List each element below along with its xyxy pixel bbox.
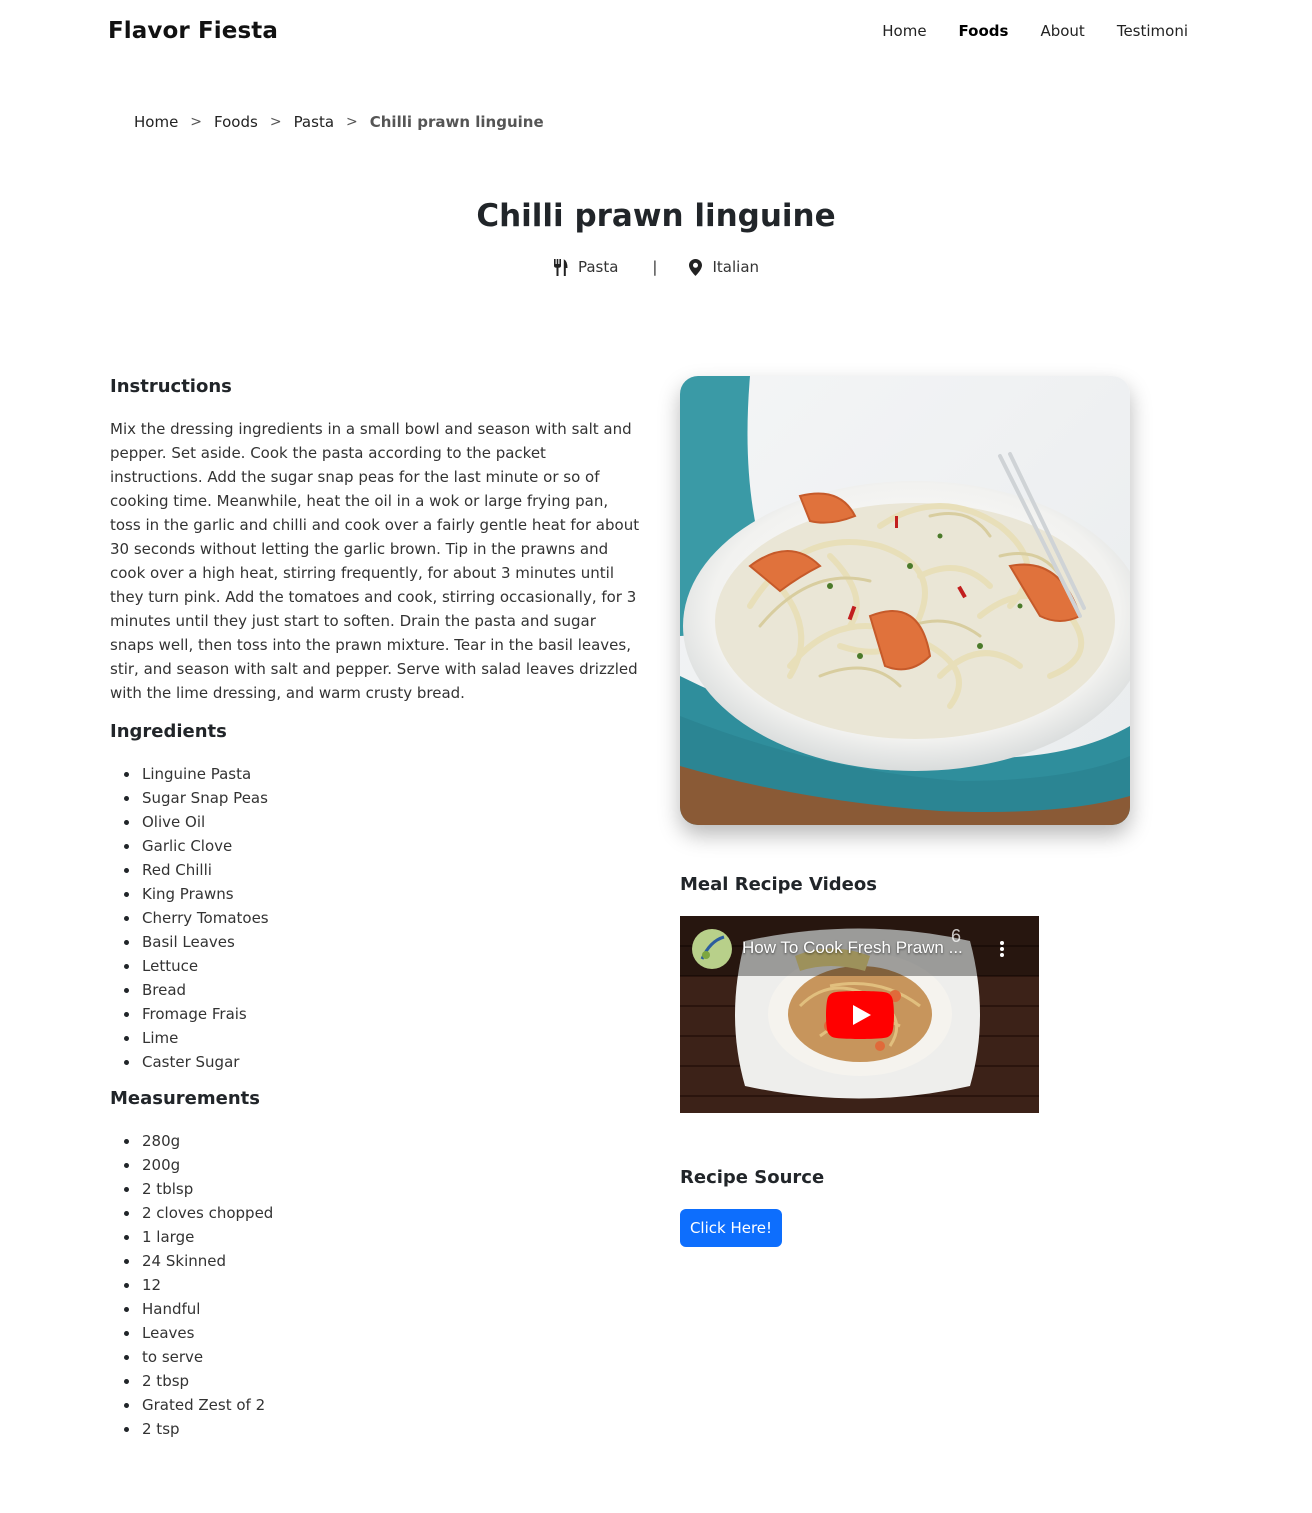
breadcrumb-separator: > [346,114,358,130]
nav-link-foods[interactable]: Foods [959,22,1009,40]
recipe-area-label: Italian [712,258,760,276]
measurement-item: 2 tblsp [110,1177,640,1201]
ingredient-item: Sugar Snap Peas [110,786,640,810]
ingredient-item: Olive Oil [110,810,640,834]
recipe-category-label: Pasta [577,258,619,276]
utensils-icon [553,258,568,276]
breadcrumb-separator: > [190,114,203,130]
measurement-item: 12 [110,1273,640,1297]
channel-avatar[interactable] [692,929,732,969]
ingredient-item: Bread [110,978,640,1002]
ingredient-item: Garlic Clove [110,834,640,858]
ingredient-item: Lime [110,1026,640,1050]
ingredients-list: Linguine Pasta Sugar Snap Peas Olive Oil… [110,762,640,1074]
measurement-item: 2 cloves chopped [110,1201,640,1225]
recipe-meta: Pasta | Italian [0,258,1312,276]
ingredient-item: King Prawns [110,882,640,906]
video-title[interactable]: How To Cook Fresh Prawn ... [742,938,963,958]
map-pin-icon [689,258,703,276]
measurement-item: 2 tbsp [110,1369,640,1393]
meta-separator: | [652,258,658,276]
recipe-category: Pasta [553,258,618,276]
videos-heading: Meal Recipe Videos [680,874,877,895]
nav-link-home[interactable]: Home [882,22,926,40]
measurement-item: 200g [110,1153,640,1177]
brand-logo[interactable]: Flavor Fiesta [108,18,278,44]
navbar: Flavor Fiesta Home Foods About Testimoni [0,0,1312,64]
measurement-item: Leaves [110,1321,640,1345]
nav-link-about[interactable]: About [1040,22,1084,40]
ingredients-heading: Ingredients [110,721,227,742]
instructions-text: Mix the dressing ingredients in a small … [110,420,640,702]
ingredient-item: Linguine Pasta [110,762,640,786]
measurement-item: 2 tsp [110,1417,640,1441]
breadcrumb-pasta[interactable]: Pasta [294,113,334,131]
instructions-heading: Instructions [110,376,232,397]
breadcrumb-current: Chilli prawn linguine [369,113,544,131]
ingredient-item: Red Chilli [110,858,640,882]
measurement-item: to serve [110,1345,640,1369]
measurement-item: 1 large [110,1225,640,1249]
recipe-area: Italian [689,258,759,276]
recipe-details: Instructions Mix the dressing ingredient… [110,376,640,1455]
recipe-image [680,376,1130,825]
nav-link-testimoni[interactable]: Testimoni [1117,22,1188,40]
measurement-item: Grated Zest of 2 [110,1393,640,1417]
measurement-item: 24 Skinned [110,1249,640,1273]
breadcrumb-separator: > [269,114,282,130]
page-title: Chilli prawn linguine [476,198,836,234]
youtube-play-icon[interactable] [826,991,894,1039]
measurement-item: Handful [110,1297,640,1321]
measurements-heading: Measurements [110,1088,260,1109]
video-count: 6 [951,926,962,946]
breadcrumb-home[interactable]: Home [134,113,178,131]
recipe-source-heading: Recipe Source [680,1167,825,1188]
nav-links: Home Foods About Testimoni [850,22,1188,40]
ingredient-item: Cherry Tomatoes [110,906,640,930]
measurement-item: 280g [110,1129,640,1153]
recipe-video-player[interactable]: How To Cook Fresh Prawn ... 6 [680,916,1039,1113]
ingredient-item: Basil Leaves [110,930,640,954]
ingredient-item: Fromage Frais [110,1002,640,1026]
more-vertical-icon[interactable] [999,940,1005,958]
recipe-source-button[interactable]: Click Here! [680,1209,782,1247]
measurements-list: 280g 200g 2 tblsp 2 cloves chopped 1 lar… [110,1129,640,1441]
ingredient-item: Lettuce [110,954,640,978]
ingredient-item: Caster Sugar [110,1050,640,1074]
breadcrumb: Home > Foods > Pasta > Chilli prawn ling… [134,113,544,131]
breadcrumb-foods[interactable]: Foods [214,113,258,131]
